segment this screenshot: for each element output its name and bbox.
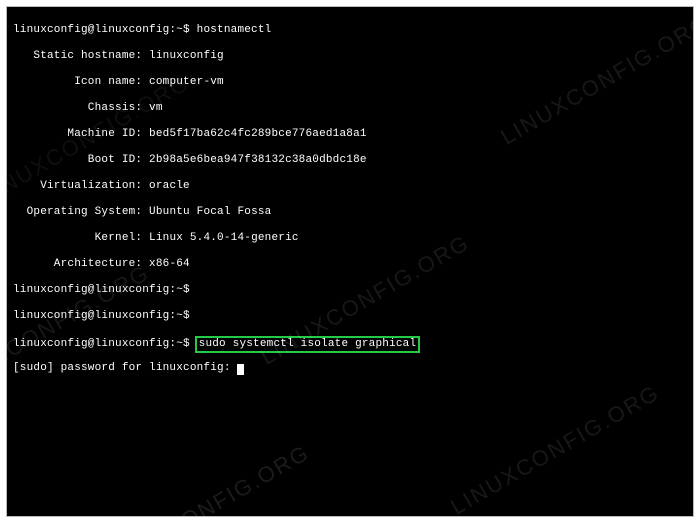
prompt-line-1: linuxconfig@linuxconfig:~$ hostnamectl (13, 24, 687, 37)
shell-prompt: linuxconfig@linuxconfig:~$ (13, 284, 190, 296)
typed-command: hostnamectl (197, 24, 272, 36)
terminal-window: linuxconfig@linuxconfig:~$ hostnamectl S… (6, 6, 694, 517)
out-boot-id: Boot ID: 2b98a5e6bea947f38132c38a0dbdc18… (13, 154, 687, 167)
out-virtualization: Virtualization: oracle (13, 180, 687, 193)
shell-prompt: linuxconfig@linuxconfig:~$ (13, 338, 190, 350)
out-architecture: Architecture: x86-64 (13, 258, 687, 271)
highlighted-command: sudo systemctl isolate graphical (195, 336, 421, 353)
out-kernel: Kernel: Linux 5.4.0-14-generic (13, 232, 687, 245)
sudo-password-prompt: [sudo] password for linuxconfig: (13, 362, 687, 375)
out-chassis: Chassis: vm (13, 102, 687, 115)
prompt-line-4: linuxconfig@linuxconfig:~$ sudo systemct… (13, 336, 687, 349)
prompt-line-2: linuxconfig@linuxconfig:~$ (13, 284, 687, 297)
text-cursor (237, 364, 244, 375)
shell-prompt: linuxconfig@linuxconfig:~$ (13, 24, 190, 36)
out-operating-system: Operating System: Ubuntu Focal Fossa (13, 206, 687, 219)
terminal-content[interactable]: linuxconfig@linuxconfig:~$ hostnamectl S… (7, 7, 693, 516)
shell-prompt: linuxconfig@linuxconfig:~$ (13, 310, 190, 322)
prompt-line-3: linuxconfig@linuxconfig:~$ (13, 310, 687, 323)
out-icon-name: Icon name: computer-vm (13, 76, 687, 89)
out-static-hostname: Static hostname: linuxconfig (13, 50, 687, 63)
out-machine-id: Machine ID: bed5f17ba62c4fc289bce776aed1… (13, 128, 687, 141)
